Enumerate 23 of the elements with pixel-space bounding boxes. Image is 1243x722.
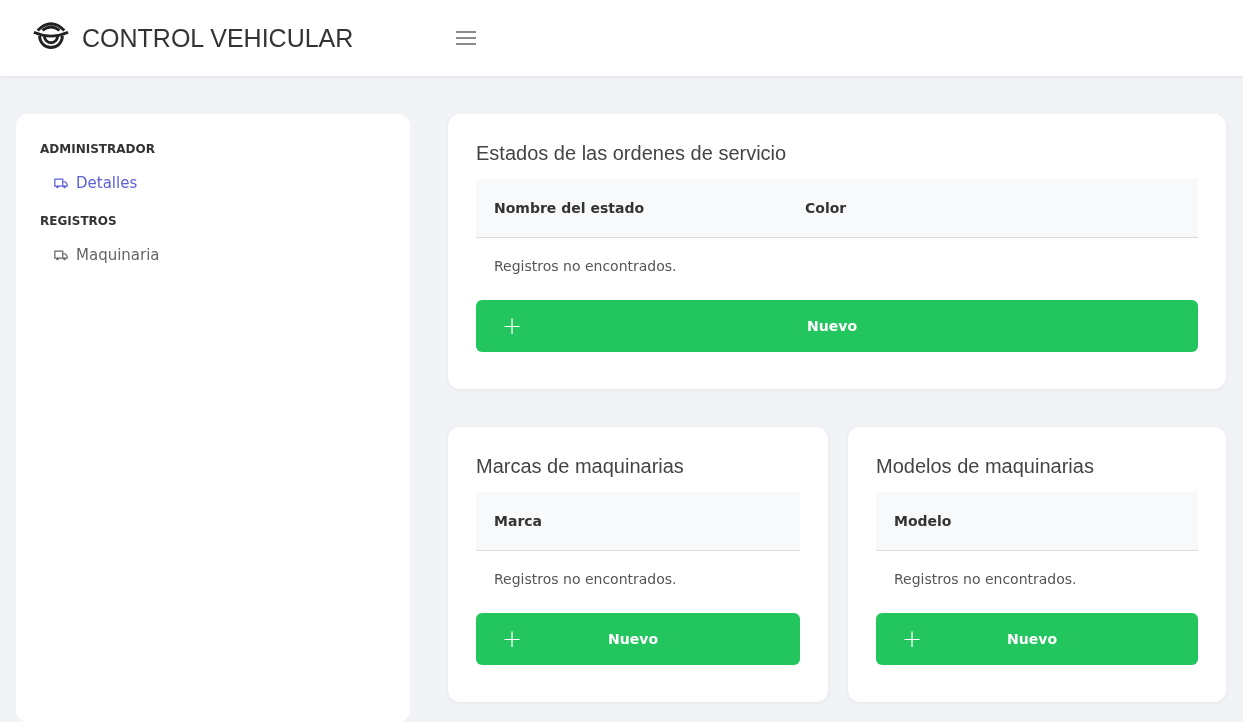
column-header: Modelo xyxy=(894,513,953,529)
plus-icon: + xyxy=(902,625,923,653)
new-button[interactable]: + Nuevo xyxy=(476,613,800,665)
column-header: Marca xyxy=(494,513,544,529)
app-title: CONTROL VEHICULAR xyxy=(82,23,354,53)
card-title: Modelos de maquinarias xyxy=(876,455,1095,478)
section-heading: REGISTROS xyxy=(40,214,118,228)
card-title: Marcas de maquinarias xyxy=(476,455,685,478)
card-title: Estados de las ordenes de servicio xyxy=(476,142,788,165)
new-button[interactable]: + Nuevo xyxy=(876,613,1198,665)
plus-icon: + xyxy=(502,625,523,653)
empty-message: Registros no encontrados. xyxy=(893,570,1078,589)
section-heading: ADMINISTRADOR xyxy=(40,142,156,156)
plus-icon: + xyxy=(502,312,523,340)
empty-message: Registros no encontrados. xyxy=(493,570,678,589)
sidebar-item[interactable]: Maquinaria xyxy=(40,246,386,264)
truck-icon xyxy=(54,249,68,261)
truck-icon xyxy=(54,177,68,189)
new-button[interactable]: + Nuevo xyxy=(476,300,1198,352)
column-header: Color xyxy=(805,200,848,216)
sidebar-item[interactable]: Detalles xyxy=(40,174,386,192)
empty-message: Registros no encontrados. xyxy=(493,257,678,276)
column-header: Nombre del estado xyxy=(494,200,645,216)
